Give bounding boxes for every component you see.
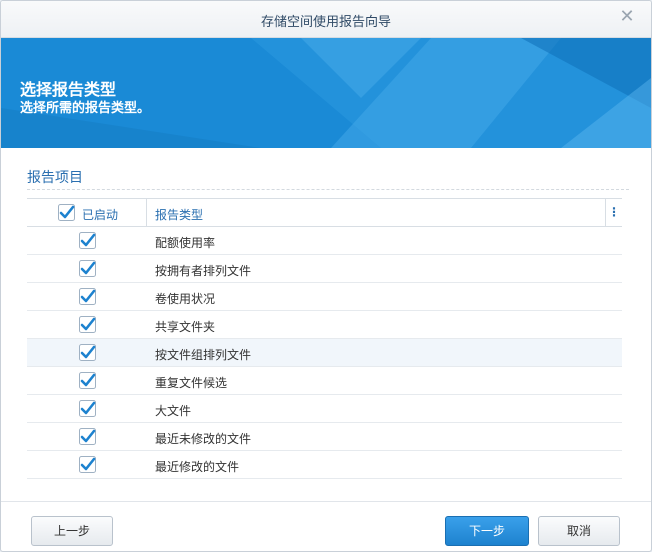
column-header-enabled-label: 已启动 [82, 208, 119, 222]
window-title: 存储空间使用报告向导 [260, 15, 391, 30]
table-row[interactable]: 重复文件候选 [27, 367, 622, 395]
report-type-label: 最近修改的文件 [155, 460, 240, 474]
checkbox-checked-icon[interactable] [79, 260, 96, 277]
table-row[interactable]: 按拥有者排列文件 [27, 255, 622, 283]
checkbox-checked-icon[interactable] [79, 456, 96, 473]
checkbox-checked-icon[interactable] [79, 288, 96, 305]
title-bar: 存储空间使用报告向导 ✕ [1, 1, 651, 38]
cancel-button[interactable]: 取消 [538, 516, 620, 546]
next-button[interactable]: 下一步 [445, 516, 529, 546]
report-wizard-dialog: 存储空间使用报告向导 ✕ 选择报告类型 选择所需的报告类型。 报告项目 已启动 … [0, 0, 652, 552]
report-type-label: 按拥有者排列文件 [155, 264, 252, 278]
checkbox-checked-icon[interactable] [79, 428, 96, 445]
close-icon[interactable]: ✕ [617, 7, 637, 27]
section-title: 报告项目 [27, 170, 83, 186]
table-row[interactable]: 配额使用率 [27, 227, 622, 255]
report-type-label: 最近未修改的文件 [155, 432, 252, 446]
banner-subtitle: 选择所需的报告类型。 [20, 101, 151, 116]
report-type-label: 按文件组排列文件 [155, 348, 252, 362]
column-header-type[interactable]: 报告类型 [155, 206, 203, 223]
table-row[interactable]: 大文件 [27, 395, 622, 423]
report-type-label: 卷使用状况 [155, 292, 216, 306]
table-row[interactable]: 最近未修改的文件 [27, 423, 622, 451]
table-row[interactable]: 按文件组排列文件 [27, 339, 622, 367]
footer-divider [1, 501, 651, 502]
checkbox-checked-icon[interactable] [79, 316, 96, 333]
report-type-label: 大文件 [155, 404, 192, 418]
checkbox-checked-icon[interactable] [79, 372, 96, 389]
checkbox-checked-icon[interactable] [79, 400, 96, 417]
report-type-label: 配额使用率 [155, 236, 216, 250]
section-divider [27, 189, 629, 190]
prev-button[interactable]: 上一步 [31, 516, 113, 546]
table-row[interactable]: 最近修改的文件 [27, 451, 622, 479]
report-items-grid: 已启动 报告类型 ⋮ 配额使用率按拥有者排列文件 卷使用状况共享文件夹按文件组排列… [27, 198, 622, 479]
report-type-label: 共享文件夹 [155, 320, 216, 334]
table-row[interactable]: 卷使用状况 [27, 283, 622, 311]
select-all-checkbox-icon[interactable] [58, 204, 75, 221]
table-row[interactable]: 共享文件夹 [27, 311, 622, 339]
checkbox-checked-icon[interactable] [79, 232, 96, 249]
column-header-enabled[interactable]: 已启动 [27, 199, 147, 226]
checkbox-checked-icon[interactable] [79, 344, 96, 361]
header-banner: 选择报告类型 选择所需的报告类型。 [1, 38, 651, 148]
column-menu-icon[interactable]: ⋮ [605, 199, 622, 226]
grid-body: 配额使用率按拥有者排列文件 卷使用状况共享文件夹按文件组排列文件 重复文件候选 大文件… [27, 227, 622, 479]
report-type-label: 重复文件候选 [155, 376, 228, 390]
grid-header: 已启动 报告类型 ⋮ [27, 199, 622, 227]
